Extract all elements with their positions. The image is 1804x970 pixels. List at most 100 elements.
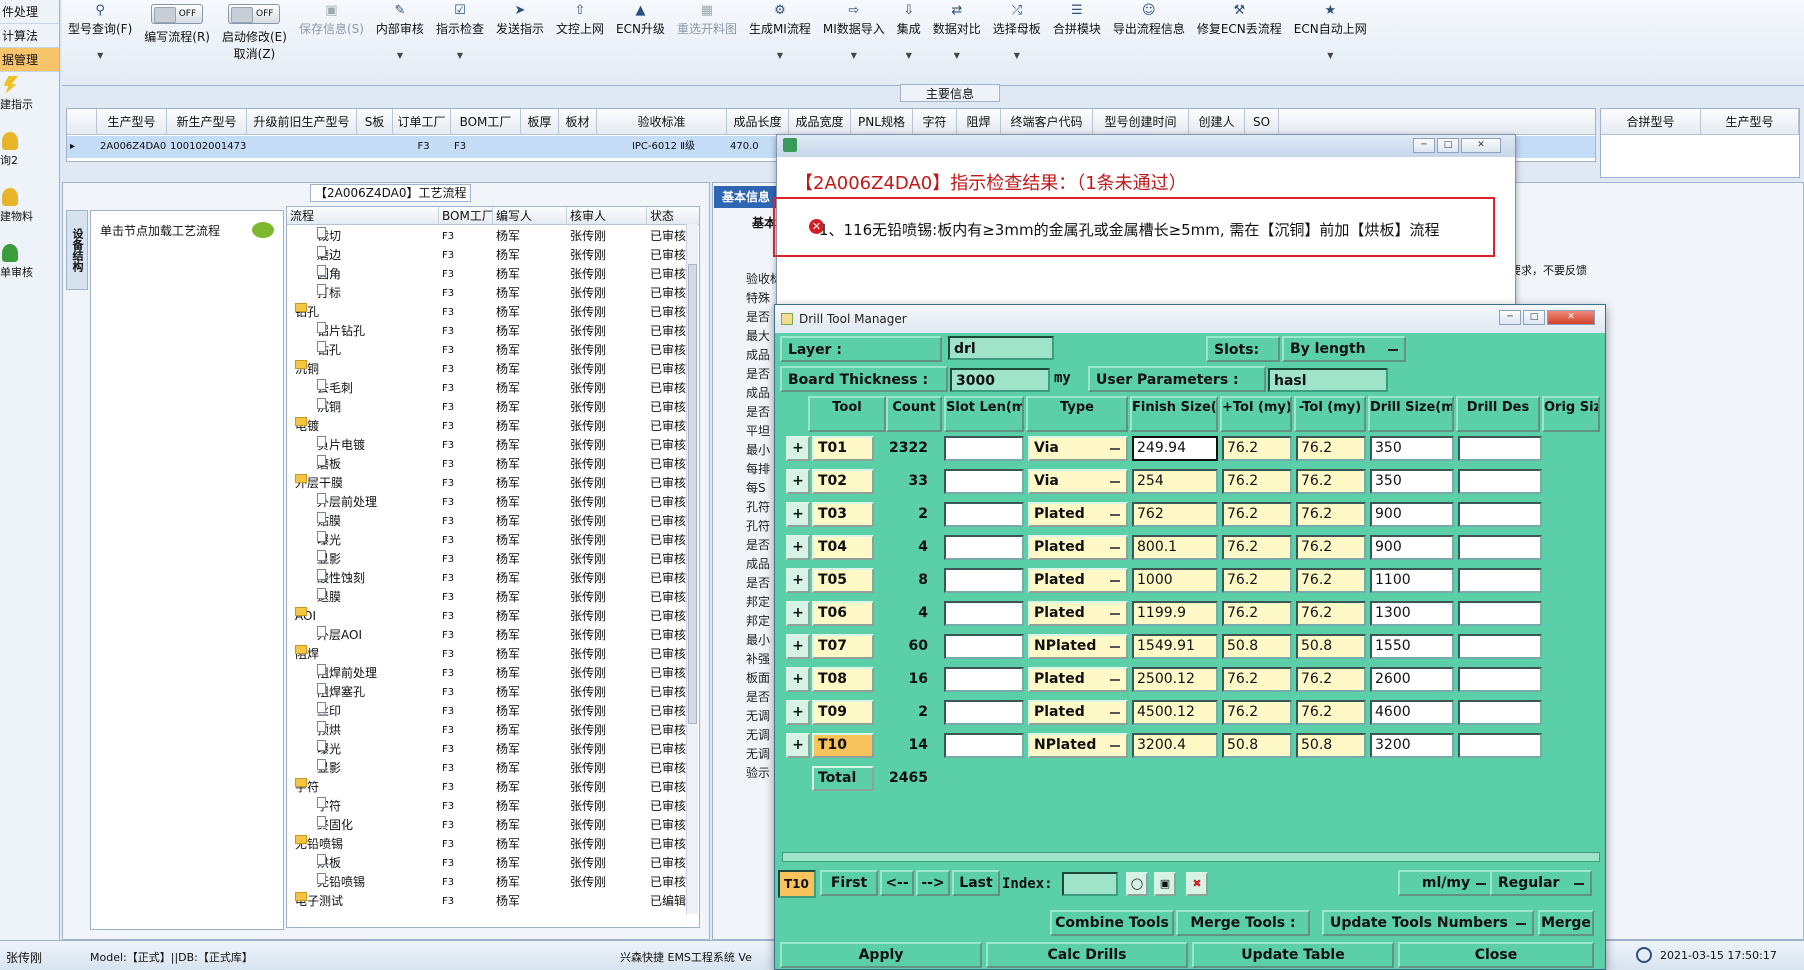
tool-cell[interactable]: T05 (812, 568, 874, 593)
type-dropdown[interactable]: Plated (1028, 535, 1128, 560)
plus-tol-input[interactable]: 50.8 (1222, 634, 1292, 659)
finish-size-input[interactable]: 800.1 (1132, 535, 1218, 560)
col-header[interactable]: 订单工厂 (393, 109, 451, 135)
tb-ecn-upgrade[interactable]: ▲ ECN升级 (610, 0, 671, 86)
tree-row[interactable]: 烘板 F3 杨军 张传刚 已审核 (287, 854, 687, 873)
tb-internal-review[interactable]: ✎ 内部审核 ▼ (370, 0, 430, 86)
tb-doc-online[interactable]: ⇧ 文控上网 (550, 0, 610, 86)
save-icon[interactable]: ▣ (1154, 872, 1176, 896)
tb-reselect-cut[interactable]: ▦ 重选开料图 (671, 0, 743, 86)
tb-mi-import[interactable]: ⇨ MI数据导入 ▼ (817, 0, 891, 86)
tree-row[interactable]: 外层干膜 F3 杨军 张传刚 已审核 (287, 474, 687, 493)
type-dropdown[interactable]: Plated (1028, 502, 1128, 527)
thickness-field[interactable]: 3000 (950, 368, 1050, 392)
nav-big-2[interactable]: 建物料 (0, 184, 59, 240)
tree-col-header[interactable]: 核审人 (567, 207, 647, 225)
tree-row[interactable]: 字符 F3 杨军 张传刚 已审核 (287, 797, 687, 816)
slot-len-input[interactable] (944, 469, 1024, 494)
tool-cell[interactable]: T04 (812, 535, 874, 560)
plus-tol-input[interactable]: 76.2 (1222, 667, 1292, 692)
next-button[interactable]: --> (916, 870, 950, 896)
col-header[interactable]: 验收标准 (597, 109, 727, 135)
slot-len-input[interactable] (944, 502, 1024, 527)
minus-tol-input[interactable]: 76.2 (1296, 700, 1366, 725)
minus-tol-input[interactable]: 50.8 (1296, 634, 1366, 659)
finish-size-input[interactable]: 1199.9 (1132, 601, 1218, 626)
close-drill-button[interactable]: Close (1398, 942, 1594, 968)
apply-button[interactable]: Apply (780, 942, 982, 968)
col-header[interactable]: 创建人 (1189, 109, 1245, 135)
tool-cell[interactable]: T01 (812, 436, 874, 461)
tree-row[interactable]: 显影 F3 杨军 张传刚 已审核 (287, 550, 687, 569)
type-dropdown[interactable]: NPlated (1028, 634, 1128, 659)
nav-big-3[interactable]: 单审核 (0, 240, 59, 296)
nav-item-0[interactable]: 件处理 (0, 0, 59, 24)
slot-len-input[interactable] (944, 535, 1024, 560)
minus-tol-input[interactable]: 76.2 (1296, 436, 1366, 461)
finish-size-input[interactable]: 254 (1132, 469, 1218, 494)
minus-tol-input[interactable]: 76.2 (1296, 535, 1366, 560)
col-header[interactable]: 板厚 (521, 109, 559, 135)
tree-row[interactable]: 圆角 F3 杨军 张传刚 已审核 (287, 265, 687, 284)
tree-row[interactable]: 退膜 F3 杨军 张传刚 已审核 (287, 588, 687, 607)
plus-tol-input[interactable]: 76.2 (1222, 469, 1292, 494)
tree-row[interactable]: 沉铜 F3 杨军 张传刚 已审核 (287, 360, 687, 379)
type-dropdown[interactable]: Via (1028, 436, 1128, 461)
slot-len-input[interactable] (944, 667, 1024, 692)
drill-des-input[interactable] (1458, 469, 1542, 494)
write-flow-switch[interactable]: OFF (151, 4, 204, 24)
drill-des-input[interactable] (1458, 700, 1542, 725)
tb-send-instruction[interactable]: ➤ 发送指示 (490, 0, 550, 86)
slot-len-input[interactable] (944, 601, 1024, 626)
tb-integrate[interactable]: ⇩ 集成 ▼ (891, 0, 927, 86)
slot-len-input[interactable] (944, 436, 1024, 461)
col-header[interactable]: 型号创建时间 (1093, 109, 1189, 135)
tree-row[interactable]: 钻孔 F3 杨军 张传刚 已审核 (287, 341, 687, 360)
slot-len-input[interactable] (944, 733, 1024, 758)
nav-big-1[interactable]: 询2 (0, 128, 59, 184)
nav-item-1[interactable]: 计算法 (0, 24, 59, 48)
minus-tol-input[interactable]: 76.2 (1296, 601, 1366, 626)
col-header[interactable]: SO (1245, 109, 1279, 135)
grid-cell[interactable]: IPC-6012 Ⅱ级 (597, 136, 727, 158)
type-dropdown[interactable]: Plated (1028, 568, 1128, 593)
update-numbers-dropdown[interactable]: Update Tools Numbers (1322, 910, 1534, 936)
minus-tol-input[interactable]: 76.2 (1296, 568, 1366, 593)
tool-cell[interactable]: T03 (812, 502, 874, 527)
col-header[interactable]: 升级前旧生产型号 (247, 109, 357, 135)
finish-size-input[interactable]: 249.94 (1132, 436, 1218, 461)
tree-row[interactable]: 阻焊前处理 F3 杨军 张传刚 已审核 (287, 664, 687, 683)
tree-row[interactable]: 酸性蚀刻 F3 杨军 张传刚 已审核 (287, 569, 687, 588)
finish-size-input[interactable]: 1000 (1132, 568, 1218, 593)
tree-row[interactable]: 裁切 F3 杨军 张传刚 已审核 (287, 227, 687, 246)
delete-icon[interactable]: ✖ (1186, 872, 1208, 896)
row-pointer[interactable]: ▸ (67, 136, 97, 158)
nav-big-0[interactable]: 建指示 (0, 72, 59, 128)
type-dropdown[interactable]: Plated (1028, 667, 1128, 692)
col-header[interactable]: 字符 (913, 109, 957, 135)
drill-size-input[interactable]: 900 (1370, 535, 1454, 560)
layer-field[interactable]: drl (948, 336, 1054, 360)
drill-des-input[interactable] (1458, 535, 1542, 560)
nav-item-2[interactable]: 据管理 (0, 48, 59, 72)
tb-select-mother[interactable]: ⤮ 选择母板 ▼ (987, 0, 1047, 86)
minimize-button[interactable]: ─ (1499, 310, 1521, 325)
drill-size-input[interactable]: 1550 (1370, 634, 1454, 659)
tool-cell[interactable]: T10 (812, 733, 874, 758)
tb-ecn-auto[interactable]: ★ ECN自动上网 ▼ (1288, 0, 1373, 86)
type-dropdown[interactable]: Via (1028, 469, 1128, 494)
expand-row-button[interactable]: + (786, 634, 810, 659)
maximize-button[interactable]: □ (1523, 310, 1545, 325)
tree-row[interactable]: 显影 F3 杨军 张传刚 已审核 (287, 759, 687, 778)
drill-des-input[interactable] (1458, 601, 1542, 626)
tb-fix-ecn[interactable]: ⚒ 修复ECN丢流程 (1191, 0, 1288, 86)
tree-row[interactable]: 磨板 F3 杨军 张传刚 已审核 (287, 455, 687, 474)
plus-tol-input[interactable]: 76.2 (1222, 535, 1292, 560)
grid-cell[interactable]: 10010200147393 (167, 136, 247, 158)
slot-len-input[interactable] (944, 700, 1024, 725)
grid-cell[interactable] (521, 136, 597, 158)
slot-len-input[interactable] (944, 568, 1024, 593)
query-button[interactable]: ⚲ 型号查询(F) ▼ (62, 0, 138, 86)
drill-des-input[interactable] (1458, 502, 1542, 527)
expand-row-button[interactable]: + (786, 667, 810, 692)
